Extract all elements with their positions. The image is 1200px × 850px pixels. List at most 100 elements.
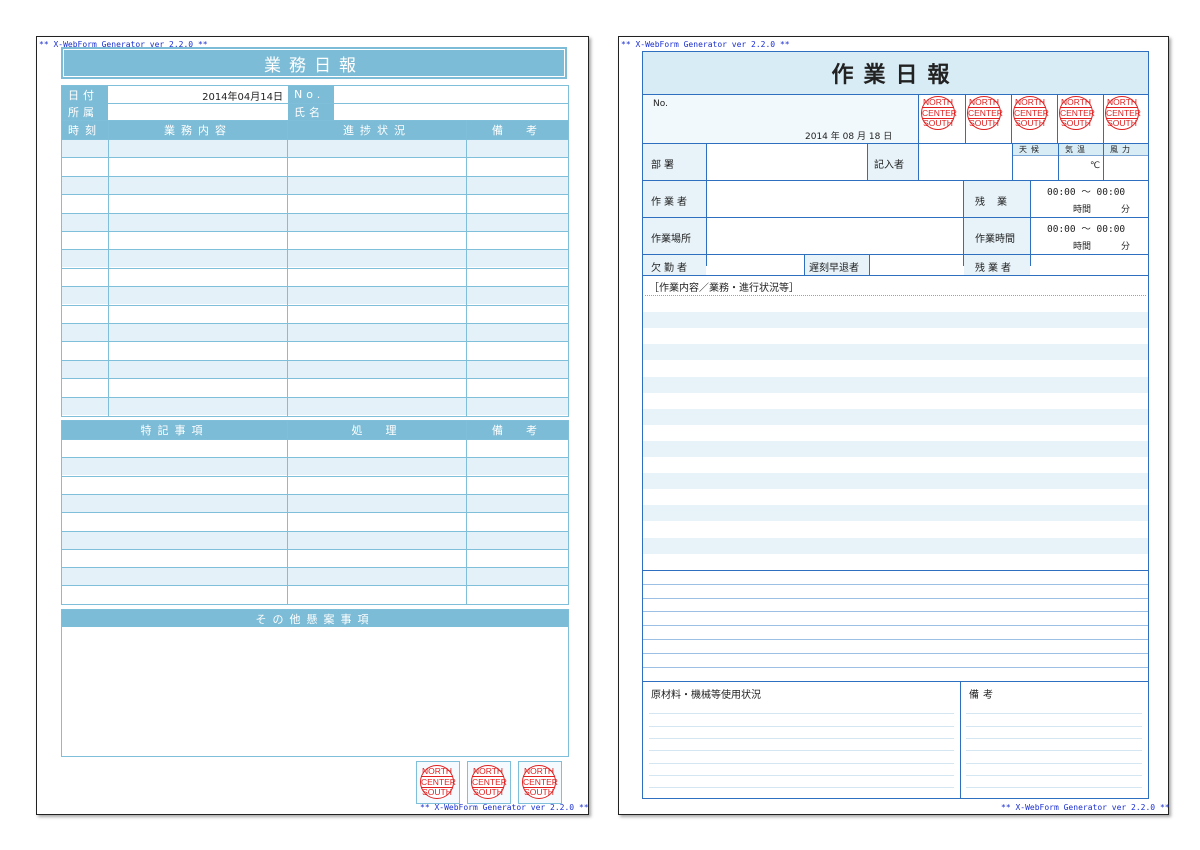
table-row[interactable] [62,549,568,567]
column-divider [466,421,467,605]
materials-line [649,750,954,751]
department-label: 所属 [62,103,108,120]
content-row[interactable] [643,312,1148,328]
column-divider [108,121,109,417]
overtime-person-label: 残業者 [975,263,1014,274]
remarks-line [966,787,1142,788]
materials-line [649,726,954,727]
stamp-text: CENTER [1014,107,1049,118]
row-divider [62,305,568,306]
column-divider [466,121,467,417]
table-row[interactable] [62,567,568,585]
stamp-line [1060,118,1092,119]
content-row[interactable] [643,360,1148,376]
row-divider [62,549,568,550]
stamp-divider [965,94,966,143]
stamp-text: SOUTH [1015,118,1045,128]
table-row[interactable] [62,249,568,267]
table-row[interactable] [62,378,568,396]
row-divider [62,249,568,250]
content-row[interactable] [643,393,1148,409]
table-row[interactable] [62,457,568,475]
table-row[interactable] [62,439,568,457]
overtime-label: 残業 [975,197,1019,208]
remarks-label: 備考 [969,690,997,701]
table-row[interactable] [62,213,568,231]
content-row[interactable] [643,473,1148,489]
col-header-time: 時刻 [62,121,108,139]
content-row[interactable] [643,489,1148,505]
row-divider [62,457,568,458]
stamp-line [523,776,555,777]
stamp-text: SOUTH [524,787,554,797]
table-row[interactable] [62,585,568,603]
col-header-task: 業務内容 [109,121,287,139]
table-row[interactable] [62,231,568,249]
overtime-range[interactable]: 00:00 ～ 00:00 [1047,184,1125,198]
stamp-line [1060,107,1092,108]
row-divider [62,439,568,440]
content-row[interactable] [643,328,1148,344]
table-row[interactable] [62,268,568,286]
table-row[interactable] [62,305,568,323]
table-row[interactable] [62,476,568,494]
row-divider [62,286,568,287]
column-divider [287,421,288,605]
work-time-range[interactable]: 00:00 ～ 00:00 [1047,221,1125,235]
materials-label: 原材料・機械等使用状況 [651,690,761,701]
report-date[interactable]: 2014 年 08 月 18 日 [805,129,892,142]
approval-stamp[interactable]: NORTH CENTER SOUTH [1105,96,1141,130]
content-row[interactable] [643,554,1148,570]
content-row[interactable] [643,344,1148,360]
table-row[interactable] [62,157,568,175]
content-row[interactable] [643,377,1148,393]
approval-stamp[interactable]: NORTH CENTER SOUTH [1013,96,1049,130]
materials-line [649,713,954,714]
row-divider [62,157,568,158]
content-row[interactable] [643,457,1148,473]
table-row[interactable] [62,139,568,157]
ruled-line [643,598,1148,599]
daily-work-report-page: ** X-WebForm Generator ver 2.2.0 ** 作業日報… [618,36,1170,815]
date-value[interactable]: 2014年04月14日 [187,88,283,103]
table-row[interactable] [62,194,568,212]
row-divider [62,567,568,568]
content-row[interactable] [643,441,1148,457]
approval-stamp[interactable]: NORTH CENTER SOUTH [420,765,456,799]
late-leave-label: 遅刻早退者 [809,263,859,274]
approval-stamp[interactable]: NORTH CENTER SOUTH [471,765,507,799]
column-divider [287,121,288,417]
content-row[interactable] [643,296,1148,312]
table-row[interactable] [62,286,568,304]
approval-stamp[interactable]: NORTH CENTER SOUTH [522,765,558,799]
table-row[interactable] [62,494,568,512]
content-row[interactable] [643,425,1148,441]
table-row[interactable] [62,531,568,549]
report-title: 業務日報 [64,50,564,76]
row-divider [62,512,568,513]
table-row[interactable] [62,323,568,341]
weather-label: 天候 [1019,145,1043,154]
daily-business-report-page: ** X-WebForm Generator ver 2.2.0 ** 業務日報… [36,36,589,815]
generator-watermark-bottom: ** X-WebForm Generator ver 2.2.0 ** [1001,803,1170,812]
table-row[interactable] [62,341,568,359]
ruled-line [643,653,1148,654]
materials-line [649,738,954,739]
content-row[interactable] [643,409,1148,425]
content-row[interactable] [643,505,1148,521]
title-frame: 業務日報 [61,47,567,79]
number-label: No. [653,99,668,109]
pending-issues-box[interactable] [61,609,569,757]
content-row[interactable] [643,521,1148,537]
content-row[interactable] [643,538,1148,554]
table-row[interactable] [62,360,568,378]
stamp-line [421,787,453,788]
row-divider [62,378,568,379]
table-row[interactable] [62,176,568,194]
approval-stamp[interactable]: NORTH CENTER SOUTH [921,96,957,130]
table-row[interactable] [62,512,568,530]
recorder-label: 記入者 [874,160,904,171]
approval-stamp[interactable]: NORTH CENTER SOUTH [1059,96,1095,130]
table-row[interactable] [62,397,568,415]
approval-stamp[interactable]: NORTH CENTER SOUTH [967,96,1003,130]
